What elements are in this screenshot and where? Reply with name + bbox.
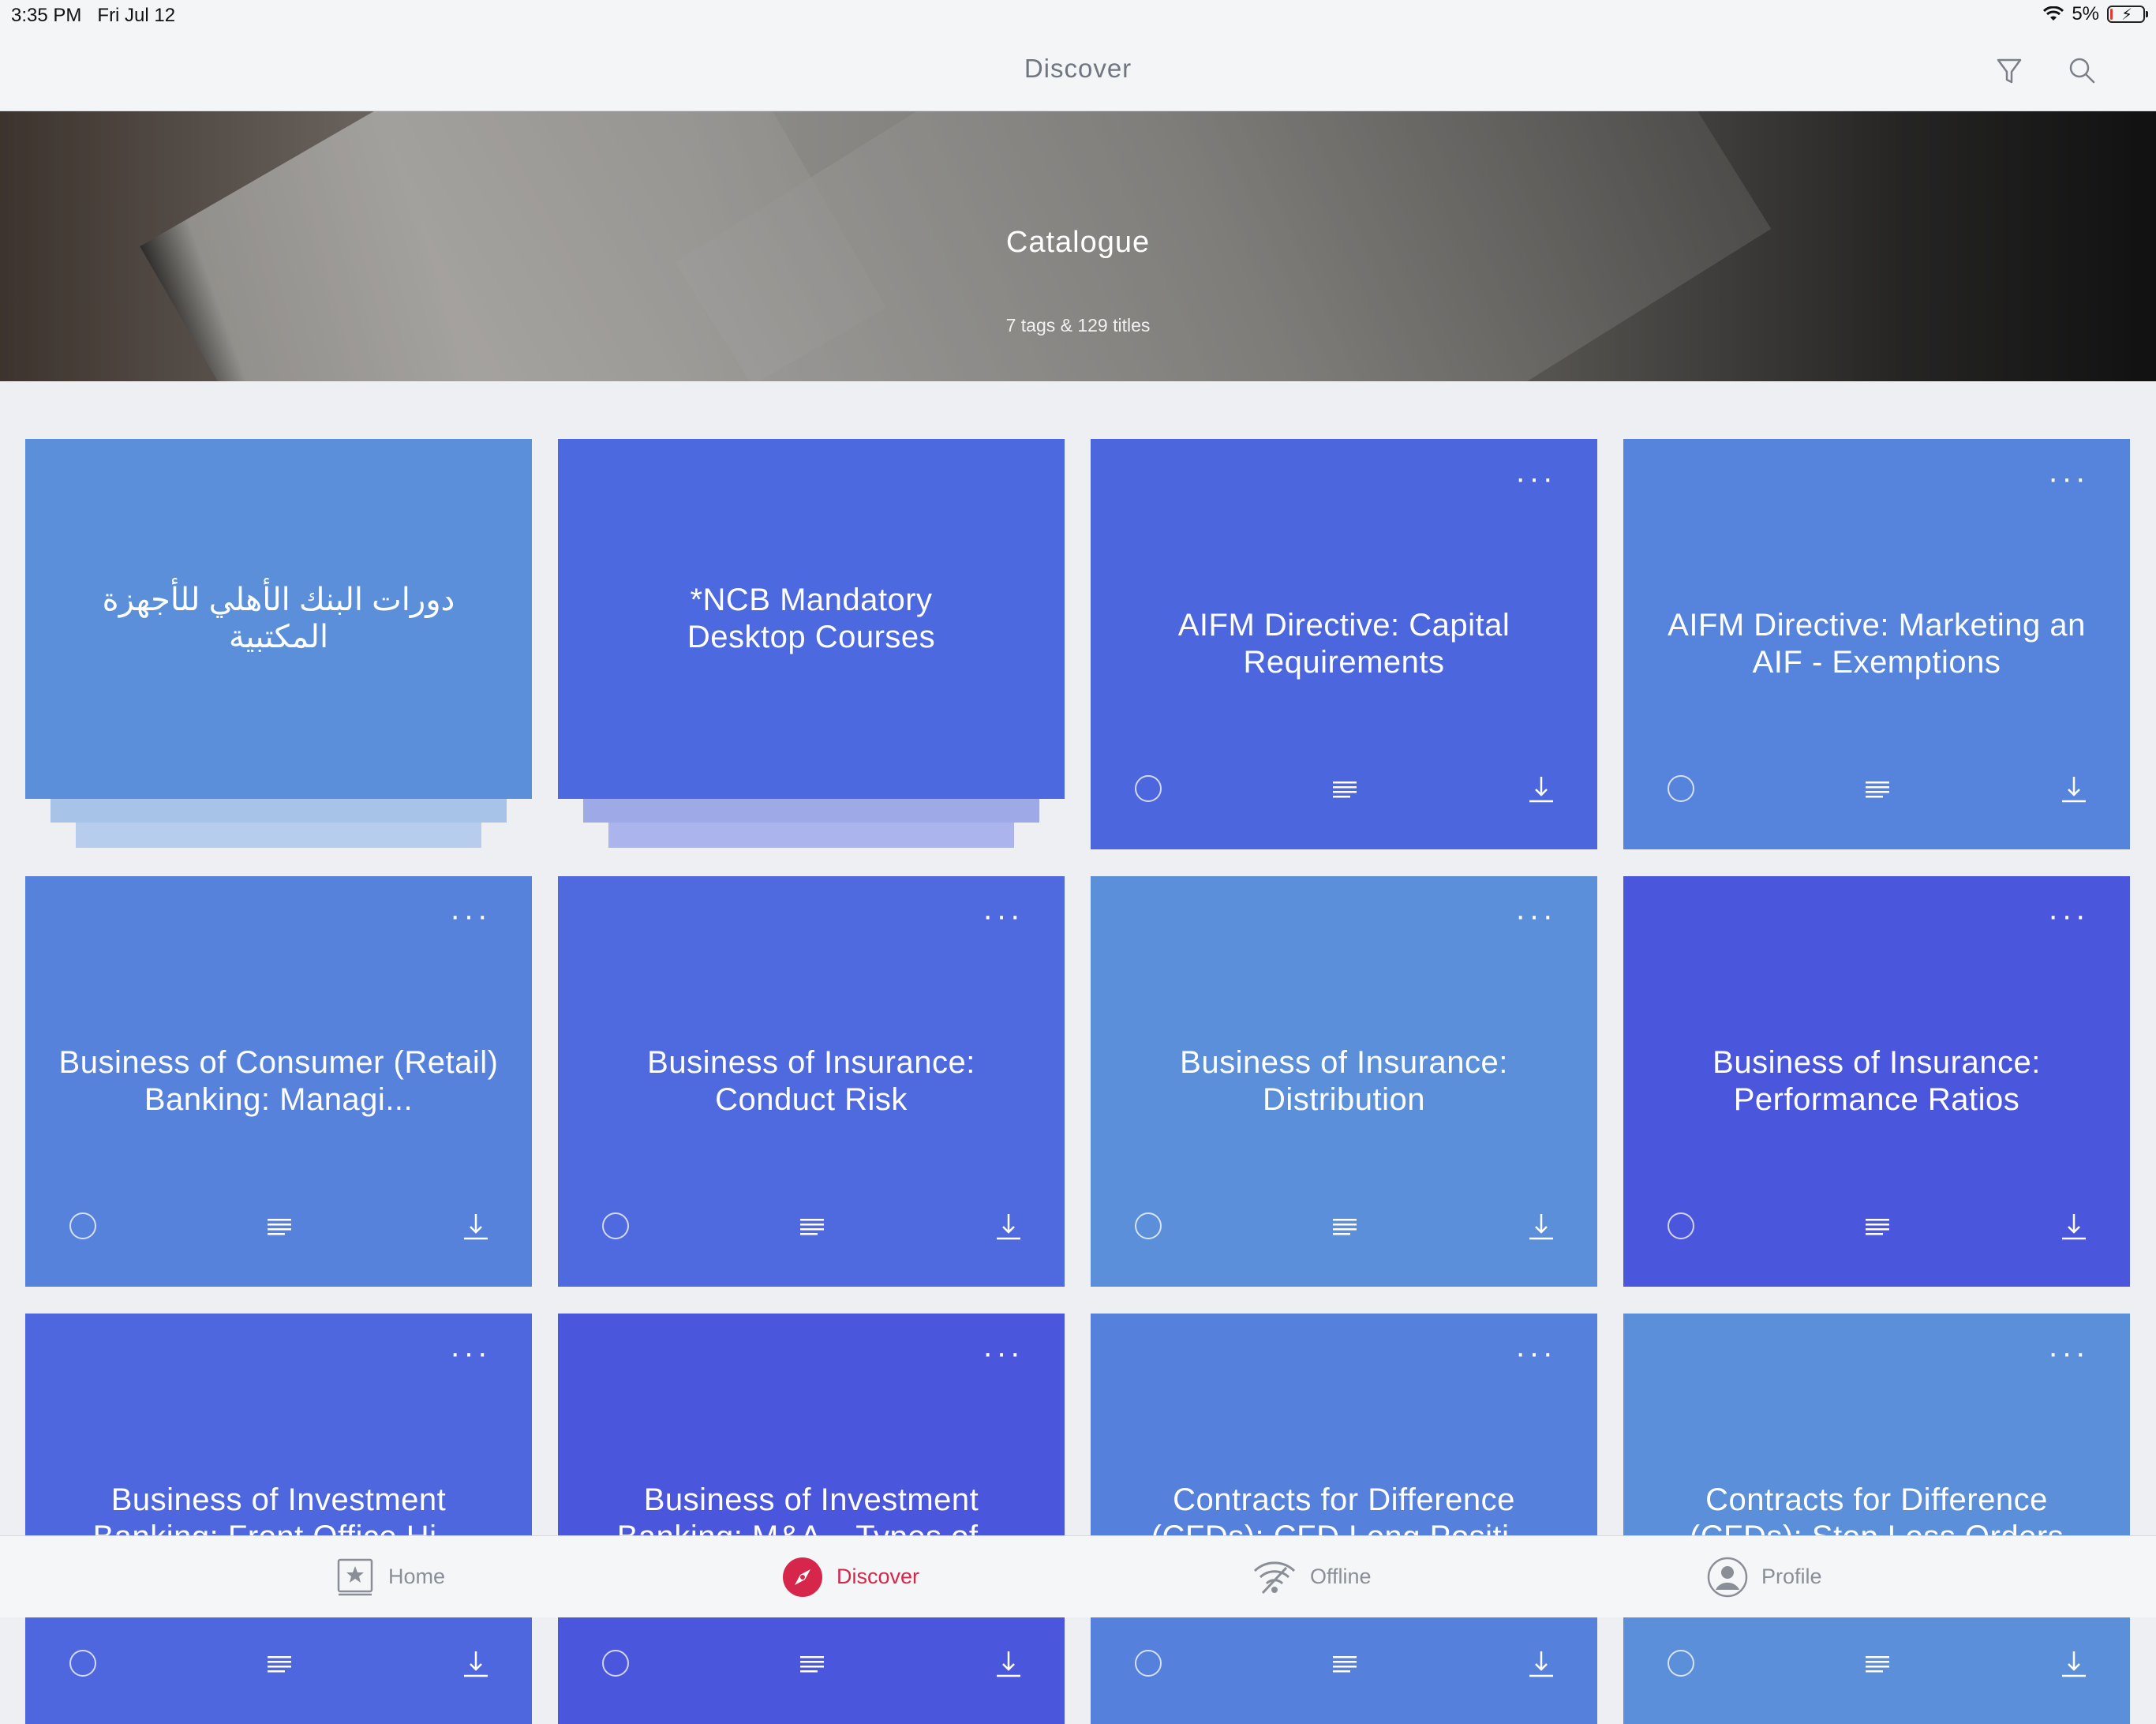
description-icon[interactable] [1864,1653,1891,1673]
description-icon[interactable] [266,1653,293,1673]
collection-stack-layer [583,797,1039,823]
catalogue-banner: Catalogue 7 tags & 129 titles [0,111,2156,381]
navigation-bar: Discover [0,32,2156,111]
filter-icon [1997,58,2022,84]
tab-label: Discover [837,1565,920,1588]
collection-tile[interactable]: *NCB Mandatory Desktop Courses [558,439,1065,799]
progress-status-icon [602,1212,629,1239]
progress-status-icon [1668,775,1694,802]
description-icon[interactable] [1864,1216,1891,1236]
download-icon[interactable] [995,1648,1022,1678]
collection-stack-layer [608,823,1014,848]
download-icon[interactable] [1528,1648,1555,1678]
status-time: 3:35 PM Fri Jul 12 [11,5,176,26]
profile-icon [1707,1557,1748,1597]
more-options-button[interactable]: ··· [2048,900,2089,931]
page-title: Discover [1024,54,1132,83]
course-tile[interactable]: Business of Insurance: Conduct Risk ··· [558,876,1065,1287]
more-options-button[interactable]: ··· [450,900,491,931]
tab-label: Profile [1761,1565,1822,1588]
tab-label: Offline [1310,1565,1372,1588]
description-icon[interactable] [799,1216,825,1236]
course-tile[interactable]: Business of Insurance: Distribution ··· [1091,876,1597,1287]
progress-status-icon [69,1650,96,1677]
progress-status-icon [1135,1650,1162,1677]
more-options-button[interactable]: ··· [2048,1337,2089,1369]
download-icon[interactable] [462,1648,489,1678]
tab-profile[interactable]: Profile [1706,1536,1822,1617]
compass-icon [783,1557,822,1597]
more-options-button[interactable]: ··· [983,900,1024,931]
course-tile[interactable]: AIFM Directive: Marketing an AIF - Exemp… [1623,439,2130,849]
download-icon[interactable] [1528,774,1555,804]
download-icon[interactable] [1528,1211,1555,1241]
more-options-button[interactable]: ··· [2048,463,2089,494]
course-tile[interactable]: Business of Investment Banking: M&A – Ty… [558,1314,1065,1724]
wifi-offline-icon [1253,1561,1296,1594]
status-bar: 3:35 PM Fri Jul 12 5% ⚡ [0,0,2156,32]
collection-stack-layer [51,797,507,823]
tab-label: Home [388,1565,446,1588]
course-tile[interactable]: Business of Investment Banking: Front Of… [25,1314,532,1724]
battery-percent: 5% [2072,3,2099,24]
collection-tile[interactable]: دورات البنك الأهلي للأجهزة المكتبية [25,439,532,799]
more-options-button[interactable]: ··· [1515,900,1556,931]
tab-offline[interactable]: Offline [1252,1536,1372,1617]
description-icon[interactable] [1331,1653,1358,1673]
course-tile[interactable]: AIFM Directive: Capital Requirements ··· [1091,439,1597,849]
description-icon[interactable] [1331,1216,1358,1236]
tile-title: *NCB Mandatory Desktop Courses [687,583,936,654]
more-options-button[interactable]: ··· [1515,463,1556,494]
course-tile[interactable]: Business of Consumer (Retail) Banking: M… [25,876,532,1287]
course-tile[interactable]: Contracts for Difference (CFDs): Stop Lo… [1623,1314,2130,1724]
description-icon[interactable] [266,1216,293,1236]
more-options-button[interactable]: ··· [983,1337,1024,1369]
download-icon[interactable] [995,1211,1022,1241]
banner-subtitle: 7 tags & 129 titles [1005,315,1151,335]
search-icon [2069,58,2095,84]
filter-button[interactable] [1989,51,2030,92]
more-options-button[interactable]: ··· [450,1337,491,1369]
download-icon[interactable] [2061,1211,2087,1241]
progress-status-icon [1668,1212,1694,1239]
course-tile[interactable]: Business of Insurance: Performance Ratio… [1623,876,2130,1287]
download-icon[interactable] [462,1211,489,1241]
progress-status-icon [1135,1212,1162,1239]
description-icon[interactable] [1864,778,1891,799]
progress-status-icon [1668,1650,1694,1677]
tile-title: دورات البنك الأهلي للأجهزة المكتبية [102,583,455,654]
progress-status-icon [1135,775,1162,802]
status-right: 5% ⚡ [2043,3,2148,25]
wifi-icon [2043,6,2064,21]
course-tile[interactable]: Contracts for Difference (CFDs): CFD Lon… [1091,1314,1597,1724]
more-options-button[interactable]: ··· [1515,1337,1556,1369]
home-star-icon [337,1558,373,1595]
progress-status-icon [69,1212,96,1239]
description-icon[interactable] [799,1653,825,1673]
tab-home[interactable]: Home [335,1536,445,1617]
tab-bar: Home Discover Offline Profile [0,1535,2156,1617]
tab-discover[interactable]: Discover [781,1536,919,1617]
progress-status-icon [602,1650,629,1677]
description-icon[interactable] [1331,778,1358,799]
search-button[interactable] [2061,51,2102,92]
collection-stack-layer [76,823,481,848]
download-icon[interactable] [2061,1648,2087,1678]
download-icon[interactable] [2061,774,2087,804]
battery-icon: ⚡ [2107,6,2148,24]
banner-title: Catalogue [1005,226,1151,259]
